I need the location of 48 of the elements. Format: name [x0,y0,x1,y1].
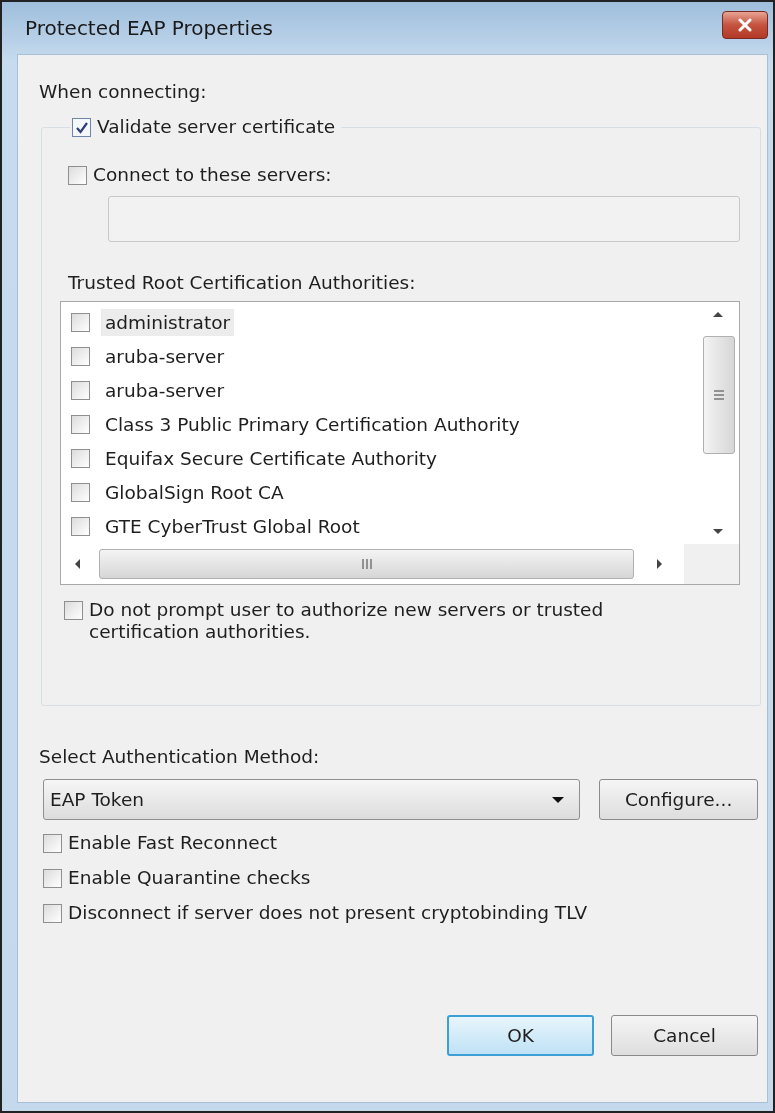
checkbox-label: Enable Quarantine checks [68,867,311,889]
checkbox[interactable] [71,312,90,332]
close-button[interactable] [722,11,768,39]
checkbox[interactable] [71,414,90,434]
scroll-up-icon[interactable] [712,310,724,318]
caret-icon[interactable] [551,795,566,804]
list-item[interactable]: aruba-server [101,342,228,370]
list-item[interactable]: Equifax Secure Certificate Authority [101,444,442,472]
list-label: Trusted Root Certification Authorities: [68,272,417,293]
list-item[interactable]: GlobalSign Root CA [101,478,288,506]
checkbox[interactable] [43,904,62,923]
checkbox[interactable] [71,482,90,502]
scroll-down-icon[interactable] [712,528,724,536]
dialog-button[interactable]: Cancel [611,1015,758,1056]
dropdown[interactable]: EAP Token [43,779,581,820]
scroll-thumb[interactable] [99,549,634,579]
scroll-thumb[interactable] [703,336,735,454]
dropdown-value: EAP Token [50,789,145,810]
checkbox-label: Disconnect if server does not present cryptobinding TLV [68,902,588,924]
input-field[interactable] [108,196,740,242]
checkbox[interactable] [72,118,91,137]
grip-icon[interactable] [361,558,372,570]
checkbox[interactable] [68,166,87,185]
window-title: Protected EAP Properties [25,16,273,40]
checkbox[interactable] [64,601,83,620]
checkbox-label: Validate server certificate [97,116,336,138]
scroll-left-icon[interactable] [73,558,81,570]
checkbox[interactable] [71,346,90,366]
checkbox[interactable] [71,516,90,536]
dialog-button[interactable]: OK [447,1015,594,1056]
checkbox-label: Do not prompt user to authorize new servers or trusted certification authorities. [89,599,605,643]
checkbox-label: Enable Fast Reconnect [68,832,278,854]
configure-button[interactable]: Configure... [599,779,758,820]
list-item[interactable]: administrator [101,308,235,336]
grip-icon[interactable] [713,390,725,400]
checkbox-label: Connect to these servers: [93,164,332,186]
list-item[interactable]: aruba-server [101,376,228,404]
checkbox[interactable] [71,448,90,468]
checkbox[interactable] [43,834,62,853]
section-label: Select Authentication Method: [39,746,321,767]
close-icon[interactable] [737,18,753,32]
checkbox[interactable] [43,869,62,888]
scroll-right-icon[interactable] [656,558,664,570]
list-item[interactable]: GTE CyberTrust Global Root [101,512,364,540]
checkbox[interactable] [71,380,90,400]
scrollbar-corner [684,544,739,584]
section-label: When connecting: [39,81,208,102]
list-item[interactable]: Class 3 Public Primary Certification Authority [101,410,524,438]
